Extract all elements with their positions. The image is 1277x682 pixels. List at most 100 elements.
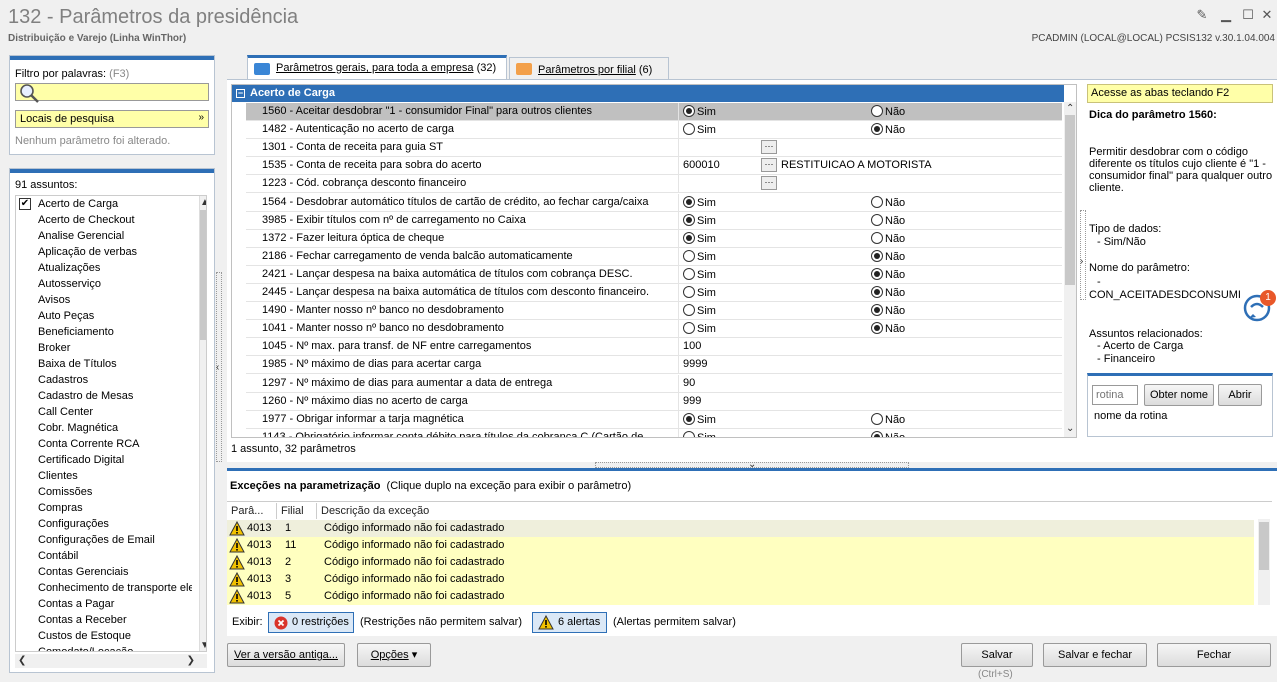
lookup-ellipsis-icon[interactable]: ··· <box>761 140 777 154</box>
alerts-toggle[interactable]: 6 alertas <box>532 612 607 633</box>
subject-item[interactable]: ✔ Acerto de Carga <box>16 196 192 212</box>
radio-button-icon[interactable] <box>683 196 695 208</box>
subject-item[interactable]: Comissões <box>16 484 192 500</box>
radio-button-icon[interactable] <box>871 214 883 226</box>
param-value-cell[interactable]: Sim Não <box>678 121 1062 139</box>
open-button[interactable]: Abrir <box>1218 384 1262 406</box>
param-value-cell[interactable]: 9999 <box>678 356 1062 374</box>
param-row[interactable]: 1985 - Nº máximo de dias para acertar ca… <box>246 356 1062 374</box>
radio-nao[interactable]: Não <box>871 286 905 299</box>
param-value-cell[interactable]: Sim Não <box>678 212 1062 230</box>
param-text-value[interactable]: 999 <box>683 395 701 407</box>
exception-row[interactable]: 4013 11 Código informado não foi cadastrad… <box>227 537 1254 554</box>
radio-sim[interactable]: Sim <box>683 413 716 426</box>
subjects-list[interactable]: ✔ Acerto de Carga Acerto de Checkout Analis… <box>15 195 207 652</box>
radio-sim[interactable]: Sim <box>683 304 716 317</box>
group-header[interactable]: − Acerto de Carga <box>232 85 1064 102</box>
subject-item[interactable]: Contas a Pagar <box>16 596 192 612</box>
tab-branch-params[interactable]: Parâmetros por filial (6) <box>509 57 669 79</box>
radio-sim[interactable]: Sim <box>683 250 716 263</box>
radio-nao[interactable]: Não <box>871 214 905 227</box>
param-value-cell[interactable]: ··· <box>678 139 1062 157</box>
radio-sim[interactable]: Sim <box>683 123 716 136</box>
radio-button-icon[interactable] <box>871 413 883 425</box>
subject-item[interactable]: Cadastro de Mesas <box>16 388 192 404</box>
param-value-cell[interactable]: 100 <box>678 338 1062 356</box>
collapse-left-icon[interactable]: ‹ <box>216 362 219 373</box>
param-row[interactable]: 1223 - Cód. cobrança desconto financeiro… <box>246 175 1062 193</box>
radio-sim[interactable]: Sim <box>683 268 716 281</box>
scroll-up-icon[interactable]: ⌃ <box>1066 103 1074 114</box>
radio-nao[interactable]: Não <box>871 304 905 317</box>
radio-button-icon[interactable] <box>871 123 883 135</box>
subjects-hscrollbar[interactable]: ❮ ❯ <box>15 654 207 668</box>
lookup-code[interactable]: 600010 <box>683 159 720 171</box>
scroll-down-icon[interactable]: ▼ <box>200 640 206 651</box>
exception-row[interactable]: 4013 2 Código informado não foi cadastrado <box>227 554 1254 571</box>
save-button[interactable]: Salvar <box>961 643 1033 667</box>
param-row[interactable]: 1564 - Desdobrar automático títulos de c… <box>246 194 1062 212</box>
param-row[interactable]: 1372 - Fazer leitura óptica de cheque Sim… <box>246 230 1062 248</box>
radio-button-icon[interactable] <box>683 123 695 135</box>
subject-item[interactable]: Conhecimento de transporte ele <box>16 580 192 596</box>
param-value-cell[interactable]: ··· <box>678 175 1062 193</box>
param-value-cell[interactable]: Sim Não <box>678 248 1062 266</box>
radio-sim[interactable]: Sim <box>683 431 716 437</box>
param-row[interactable]: 1560 - Aceitar desdobrar "1 - consumidor… <box>246 103 1062 121</box>
radio-button-icon[interactable] <box>683 232 695 244</box>
param-row[interactable]: 1535 - Conta de receita para sobra do ac… <box>246 157 1062 175</box>
options-button[interactable]: Opções ▾ <box>357 643 431 667</box>
subject-item[interactable]: Comodato/Locação <box>16 644 192 651</box>
tab-general-params[interactable]: Parâmetros gerais, para toda a empresa (… <box>247 55 507 79</box>
radio-button-icon[interactable] <box>871 304 883 316</box>
param-row[interactable]: 1045 - Nº max. para transf. de NF entre … <box>246 338 1062 356</box>
radio-sim[interactable]: Sim <box>683 286 716 299</box>
radio-button-icon[interactable] <box>871 286 883 298</box>
param-text-value[interactable]: 9999 <box>683 358 707 370</box>
scroll-left-icon[interactable]: ❮ <box>18 655 26 666</box>
radio-nao[interactable]: Não <box>871 123 905 136</box>
subject-item[interactable]: Aplicação de verbas <box>16 244 192 260</box>
radio-button-icon[interactable] <box>871 196 883 208</box>
radio-button-icon[interactable] <box>871 322 883 334</box>
subjects-scroll-thumb[interactable] <box>200 210 206 340</box>
radio-sim[interactable]: Sim <box>683 232 716 245</box>
radio-button-icon[interactable] <box>683 413 695 425</box>
param-value-cell[interactable]: Sim Não <box>678 284 1062 302</box>
subject-item[interactable]: Conta Corrente RCA <box>16 436 192 452</box>
subject-item[interactable]: Beneficiamento <box>16 324 192 340</box>
radio-button-icon[interactable] <box>871 105 883 117</box>
column-header[interactable]: Filial <box>277 503 317 519</box>
param-text-value[interactable]: 100 <box>683 340 701 352</box>
rotina-input[interactable] <box>1092 385 1138 405</box>
radio-nao[interactable]: Não <box>871 268 905 281</box>
radio-button-icon[interactable] <box>871 250 883 262</box>
filter-input[interactable] <box>15 83 209 101</box>
radio-nao[interactable]: Não <box>871 250 905 263</box>
subject-item[interactable]: Configurações <box>16 516 192 532</box>
close-icon[interactable]: ✕ <box>1258 6 1276 24</box>
radio-nao[interactable]: Não <box>871 196 905 209</box>
param-row[interactable]: 1297 - Nº máximo de dias para aumentar a… <box>246 375 1062 393</box>
radio-button-icon[interactable] <box>683 105 695 117</box>
scroll-up-icon[interactable]: ▲ <box>200 197 206 208</box>
param-value-cell[interactable]: Sim Não <box>678 266 1062 284</box>
radio-nao[interactable]: Não <box>871 431 905 437</box>
get-name-button[interactable]: Obter nome <box>1144 384 1214 406</box>
subject-item[interactable]: Contas Gerenciais <box>16 564 192 580</box>
radio-button-icon[interactable] <box>683 268 695 280</box>
param-row[interactable]: 1490 - Manter nosso nº banco no desdobra… <box>246 302 1062 320</box>
close-button[interactable]: Fechar <box>1157 643 1271 667</box>
radio-nao[interactable]: Não <box>871 105 905 118</box>
param-row[interactable]: 1260 - Nº máximo dias no acerto de carga… <box>246 393 1062 411</box>
subject-item[interactable]: Configurações de Email <box>16 532 192 548</box>
param-row[interactable]: 1301 - Conta de receita para guia ST ··· <box>246 139 1062 157</box>
subject-item[interactable]: Broker <box>16 340 192 356</box>
minimize-icon[interactable]: ▁ <box>1217 6 1235 24</box>
param-value-cell[interactable]: 600010 ··· RESTITUICAO A MOTORISTA <box>678 157 1062 175</box>
subject-item[interactable]: Contas a Receber <box>16 612 192 628</box>
subject-item[interactable]: Custos de Estoque <box>16 628 192 644</box>
radio-button-icon[interactable] <box>683 286 695 298</box>
radio-button-icon[interactable] <box>871 431 883 437</box>
restrictions-toggle[interactable]: 0 restrições <box>268 612 354 633</box>
